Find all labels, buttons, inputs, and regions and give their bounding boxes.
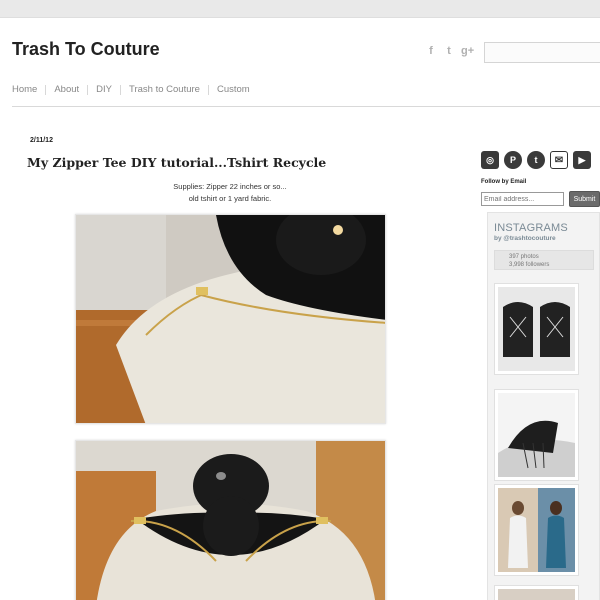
browser-top-bar xyxy=(0,0,600,18)
google-plus-icon[interactable]: g+ xyxy=(461,45,474,57)
zipper-tee-photo-1 xyxy=(76,215,385,423)
social-links: f t g+ xyxy=(425,45,474,57)
supplies-line-2: old tshirt or 1 yard fabric. xyxy=(188,194,272,203)
nav-divider xyxy=(87,84,89,95)
instagram-widget: INSTAGRAMS by @trashtocouture 397 photos… xyxy=(487,212,600,600)
post-supplies-text: Supplies: Zipper 22 inches or so... old … xyxy=(130,181,330,205)
twitter-icon[interactable]: t xyxy=(443,45,455,57)
instagram-image-2 xyxy=(498,393,575,477)
instagram-followers-count: 3,998 followers xyxy=(509,262,550,268)
instagram-image-3 xyxy=(498,488,575,572)
post-photo-1[interactable] xyxy=(75,214,386,424)
nav-divider xyxy=(120,84,122,95)
search-input[interactable] xyxy=(484,42,600,63)
instagram-image-1 xyxy=(498,287,575,371)
submit-button[interactable]: Submit xyxy=(569,191,600,207)
sidebar-social-icons: ◎ P t ✉ ▶ xyxy=(481,151,591,169)
site-title[interactable]: Trash To Couture xyxy=(12,39,160,60)
follow-by-email-label: Follow by Email xyxy=(481,179,527,185)
email-field[interactable] xyxy=(481,192,564,206)
instagram-image-4 xyxy=(498,589,575,600)
instagram-handle[interactable]: by @trashtocouture xyxy=(494,235,556,242)
zipper-tee-photo-2 xyxy=(76,441,385,600)
nav-item-diy[interactable]: DIY xyxy=(96,84,112,95)
nav-divider-line xyxy=(12,106,600,107)
instagram-thumbnail[interactable] xyxy=(494,484,579,576)
instagram-photos-count: 397 photos xyxy=(509,254,539,260)
instagram-icon[interactable]: ◎ xyxy=(481,151,499,169)
mail-icon[interactable]: ✉ xyxy=(550,151,568,169)
pinterest-icon[interactable]: P xyxy=(504,151,522,169)
twitter-icon[interactable]: t xyxy=(527,151,545,169)
instagram-thumbnail[interactable] xyxy=(494,389,579,481)
instagram-title: INSTAGRAMS xyxy=(494,222,568,234)
nav-divider xyxy=(207,84,209,95)
post-date: 2/11/12 xyxy=(30,137,53,144)
main-nav: Home About DIY Trash to Couture Custom xyxy=(12,84,250,95)
instagram-thumbnail[interactable] xyxy=(494,585,579,600)
facebook-icon[interactable]: f xyxy=(425,45,437,57)
post-photo-2[interactable] xyxy=(75,440,386,600)
supplies-line-1: Supplies: Zipper 22 inches or so... xyxy=(173,182,287,191)
post-title[interactable]: My Zipper Tee DIY tutorial...Tshirt Recy… xyxy=(27,155,326,170)
nav-item-about[interactable]: About xyxy=(54,84,79,95)
nav-divider xyxy=(45,84,47,95)
youtube-icon[interactable]: ▶ xyxy=(573,151,591,169)
nav-item-trash-to-couture[interactable]: Trash to Couture xyxy=(129,84,200,95)
instagram-stats: 397 photos 3,998 followers xyxy=(494,250,594,270)
instagram-thumbnail[interactable] xyxy=(494,283,579,375)
nav-item-home[interactable]: Home xyxy=(12,84,37,95)
nav-item-custom[interactable]: Custom xyxy=(217,84,250,95)
